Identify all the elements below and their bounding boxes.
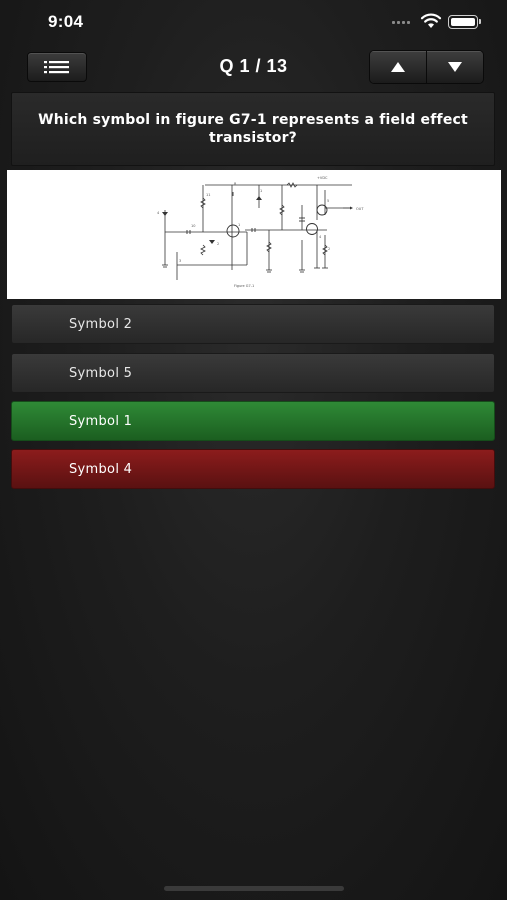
answer-option-4[interactable]: Symbol 4	[11, 449, 495, 489]
cellular-signal-icon	[392, 21, 410, 24]
status-time: 9:04	[48, 12, 84, 31]
nav-bar: Q 1 / 13	[0, 46, 507, 90]
svg-text:1: 1	[260, 189, 262, 193]
up-arrow-icon	[391, 62, 405, 72]
svg-text:11: 11	[206, 193, 210, 197]
battery-icon	[448, 15, 481, 29]
next-question-button[interactable]	[426, 51, 483, 83]
schematic-figure: 4 11 R 1 1 2 10 3 5 4 2 +VDC OUT Figure …	[7, 170, 501, 299]
svg-text:2: 2	[328, 247, 330, 251]
question-nav-arrows	[369, 50, 484, 84]
svg-text:4: 4	[157, 211, 160, 215]
question-text: Which symbol in figure G7-1 represents a…	[11, 92, 495, 166]
svg-text:2: 2	[217, 242, 219, 246]
svg-text:10: 10	[191, 224, 195, 228]
wifi-icon	[420, 13, 442, 28]
svg-text:5: 5	[327, 199, 329, 203]
circuit-diagram: 4 11 R 1 1 2 10 3 5 4 2 +VDC OUT Figure …	[157, 176, 364, 288]
svg-text:1: 1	[238, 223, 240, 227]
svg-text:3: 3	[179, 259, 181, 263]
answer-option-1[interactable]: Symbol 2	[11, 304, 495, 344]
answer-option-2[interactable]: Symbol 5	[11, 353, 495, 393]
home-indicator[interactable]	[164, 886, 344, 891]
status-bar: 9:04	[0, 0, 507, 46]
svg-text:4: 4	[319, 235, 322, 239]
figure-caption: Figure G7-1	[234, 284, 254, 288]
down-arrow-icon	[448, 62, 462, 72]
answer-option-3[interactable]: Symbol 1	[11, 401, 495, 441]
out-label: OUT	[356, 207, 364, 211]
vcc-label: +VDC	[317, 176, 328, 180]
previous-question-button[interactable]	[370, 51, 426, 83]
